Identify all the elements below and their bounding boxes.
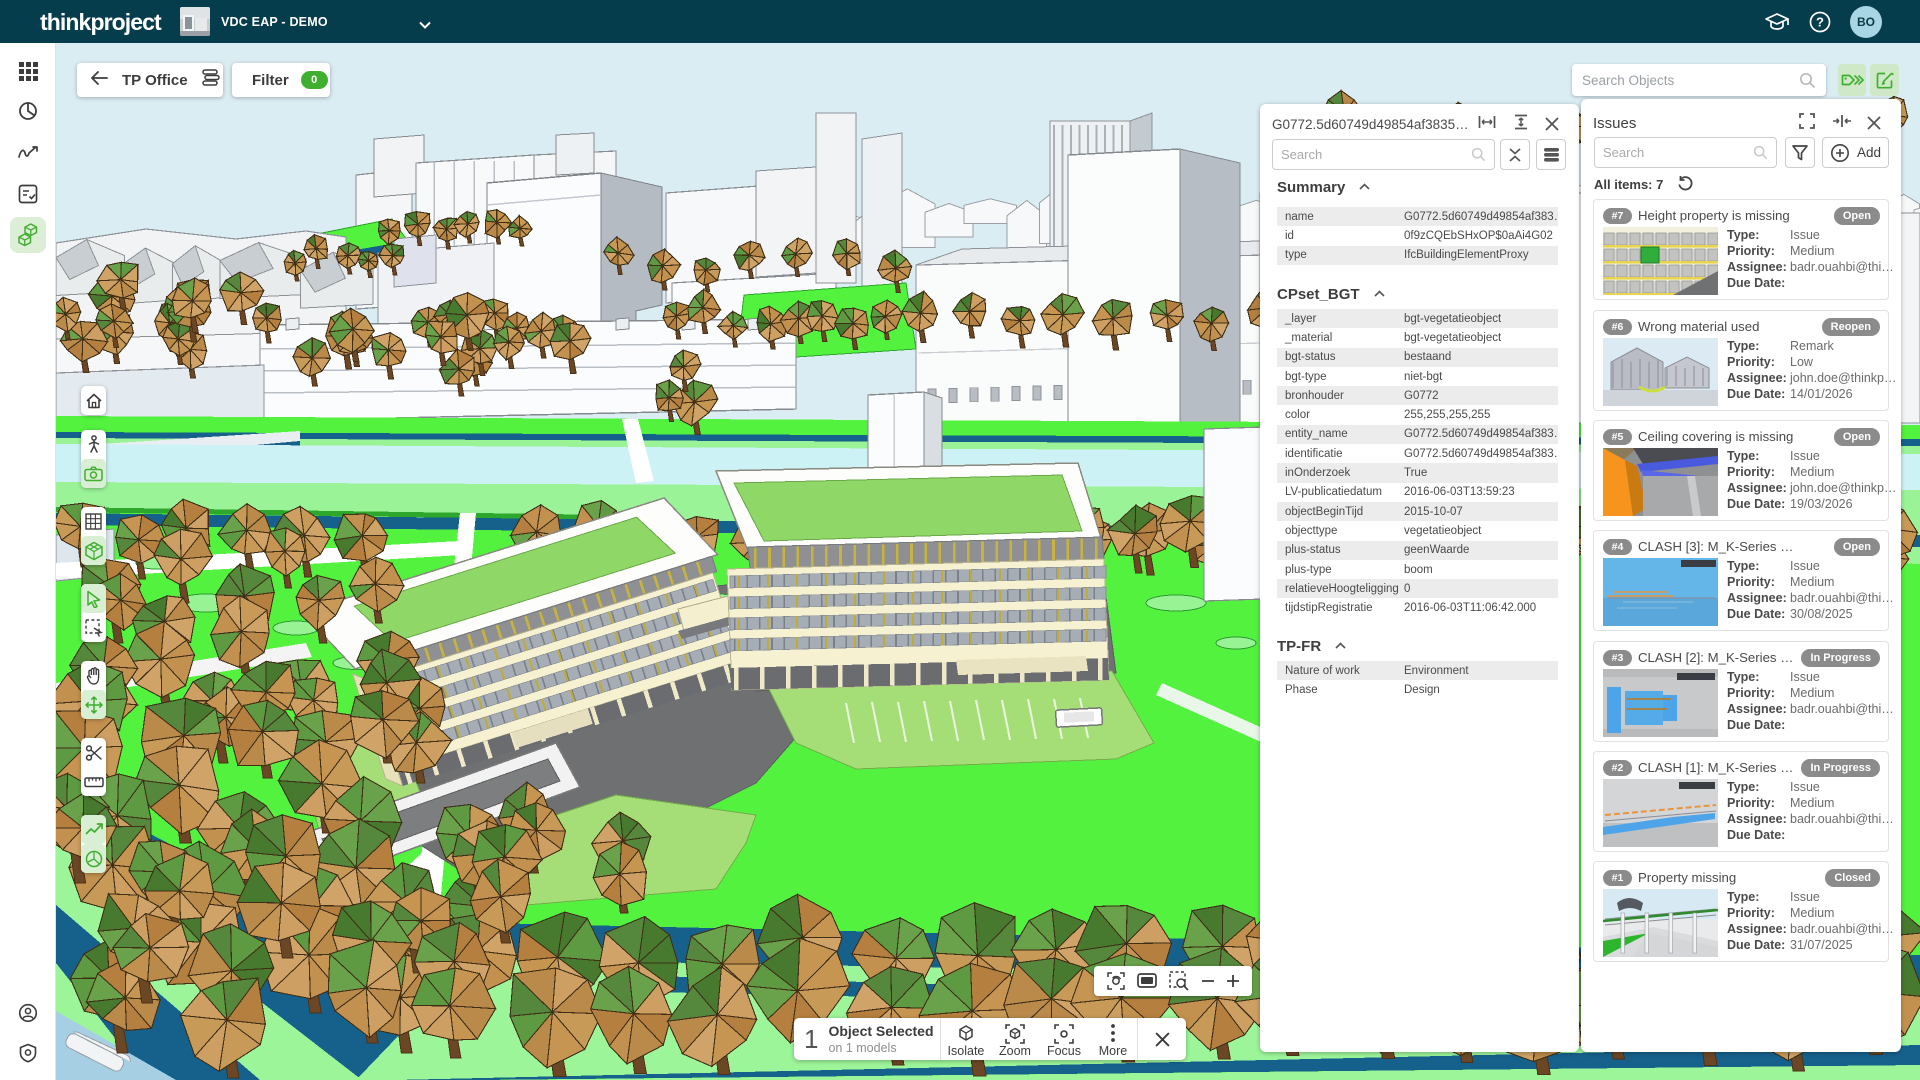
svg-text:?: ? [1816, 14, 1824, 29]
